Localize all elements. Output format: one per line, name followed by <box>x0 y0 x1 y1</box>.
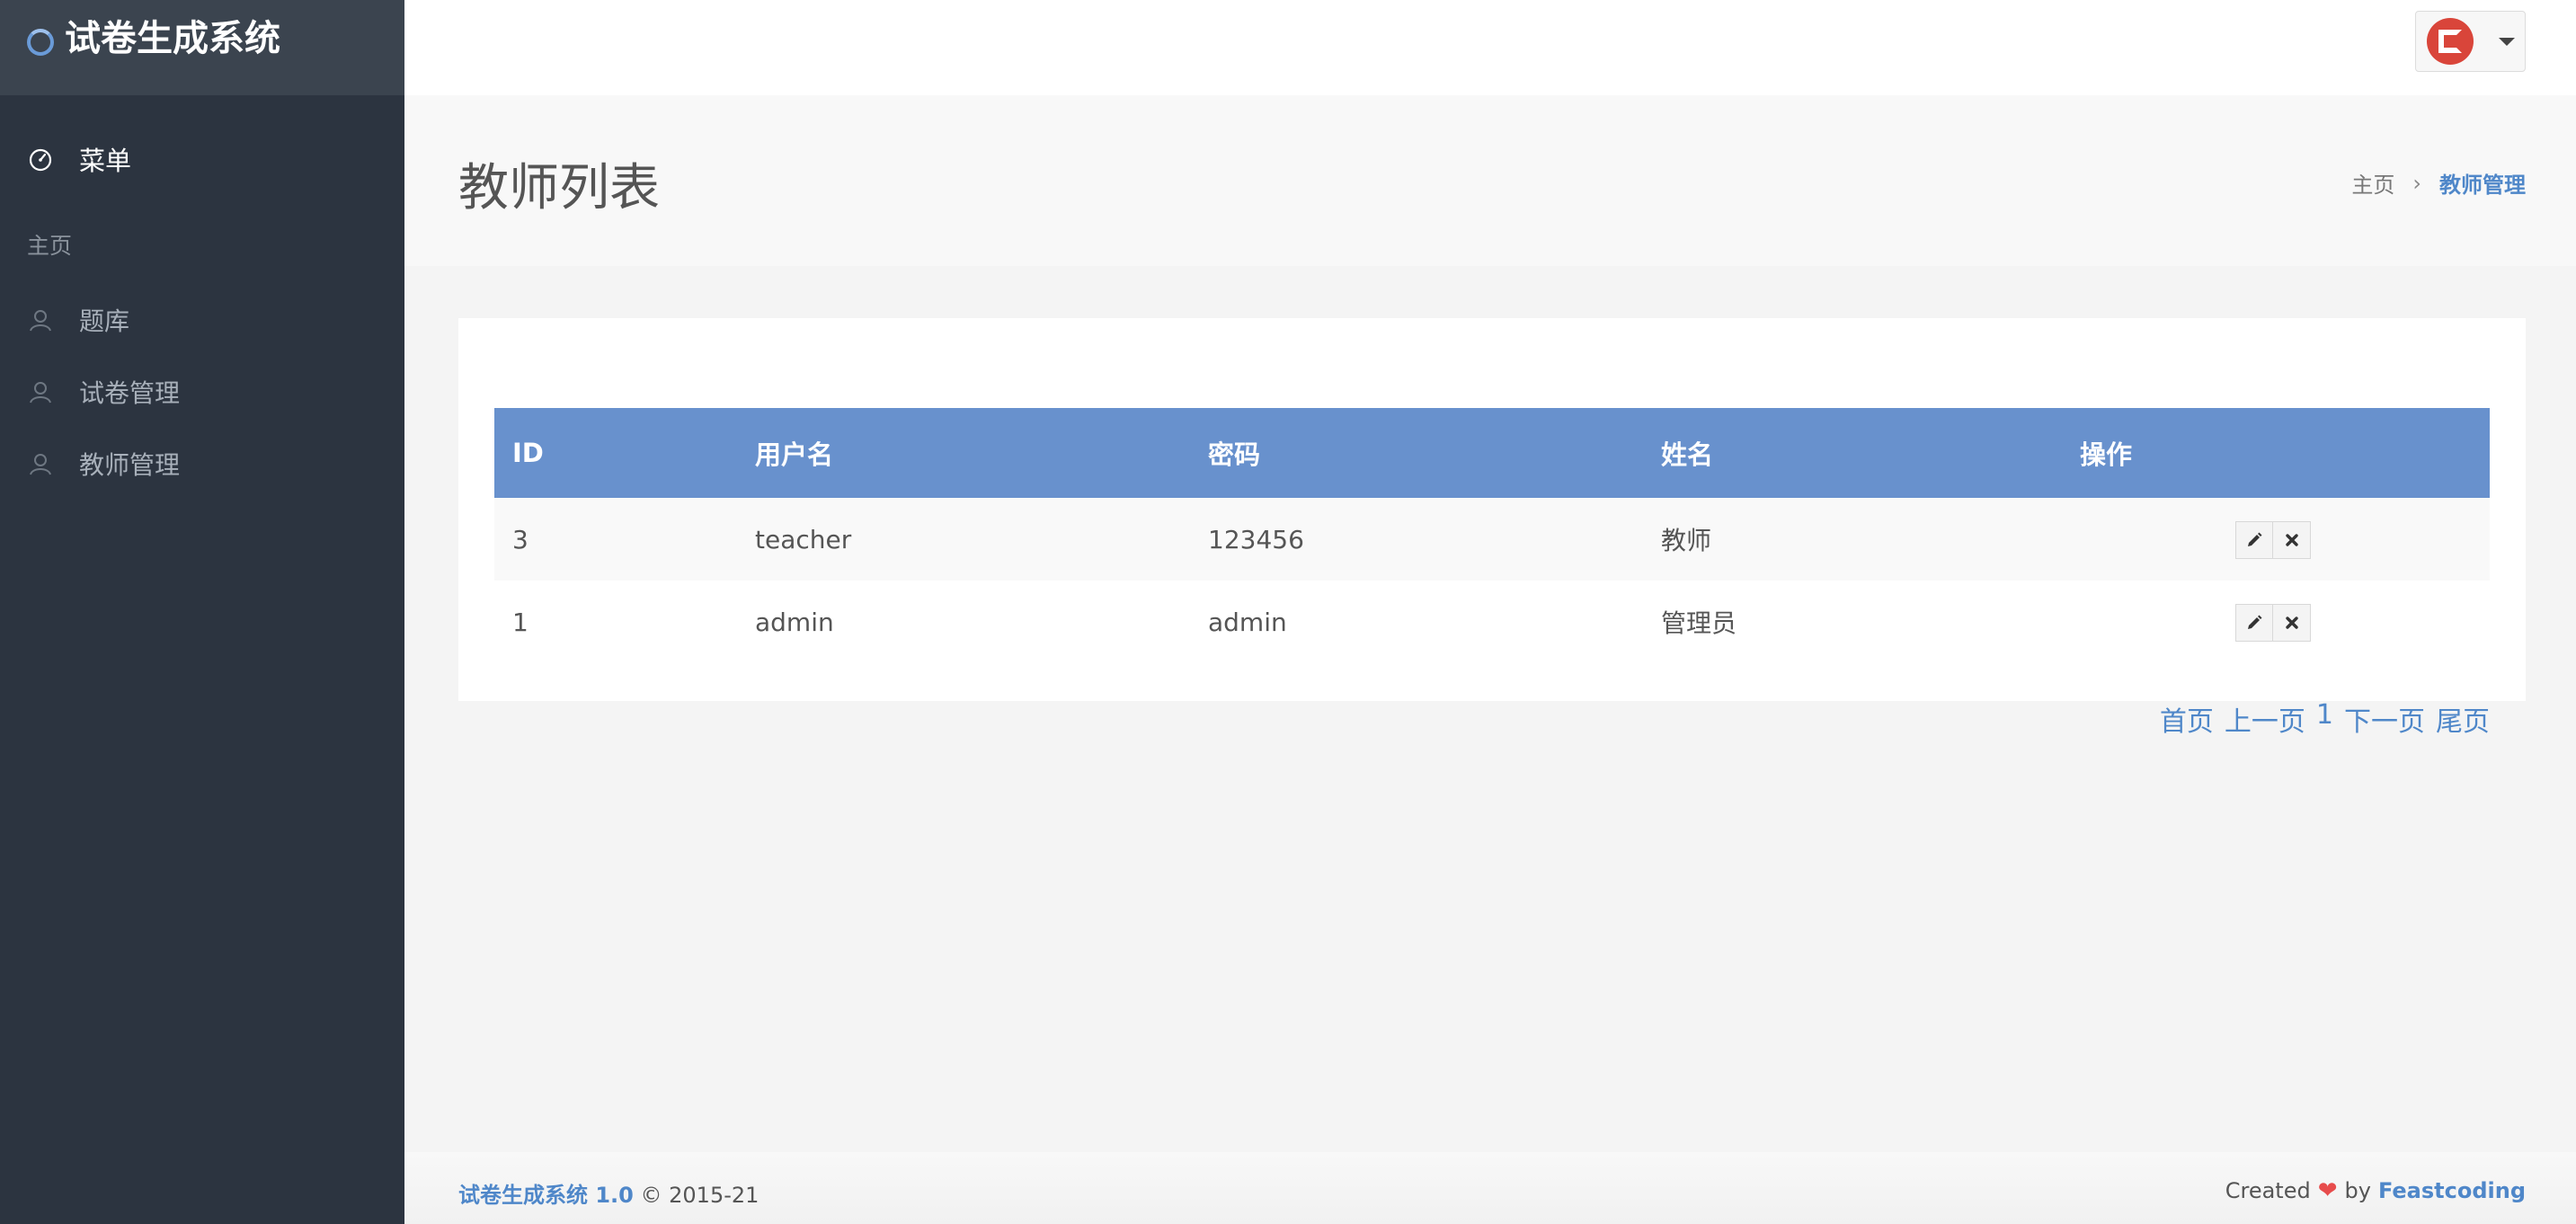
top-navbar <box>404 0 2576 95</box>
cell-name: 教师 <box>1661 526 1712 555</box>
sidebar-item-label: 教师管理 <box>79 450 181 480</box>
dashboard-gauge-icon <box>29 148 52 172</box>
sidebar: 试卷生成系统 菜单 主页 题库 试卷管理 教师管理 <box>0 0 404 1224</box>
sidebar-item-label: 试卷管理 <box>79 378 181 408</box>
cell-actions <box>2062 581 2490 663</box>
column-header-id: ID <box>512 438 544 468</box>
cell-name: 管理员 <box>1661 608 1737 638</box>
user-outline-icon <box>30 454 51 475</box>
row-actions <box>2235 604 2311 642</box>
pagination-last-link[interactable]: 尾页 <box>2436 699 2490 739</box>
edit-button[interactable] <box>2235 521 2273 559</box>
sidebar-item-question-bank[interactable]: 题库 <box>0 284 404 356</box>
chevron-right-icon: › <box>2412 170 2421 196</box>
table-row: 1 admin admin 管理员 <box>494 581 2490 663</box>
cell-id: 1 <box>512 607 529 637</box>
user-menu-button[interactable] <box>2415 11 2526 72</box>
breadcrumb-home-link[interactable]: 主页 <box>2351 167 2394 199</box>
edit-button[interactable] <box>2235 604 2273 642</box>
user-outline-icon <box>30 382 51 404</box>
pencil-icon <box>2248 615 2262 629</box>
page-title: 教师列表 <box>458 159 660 217</box>
menu-label: 菜单 <box>79 146 132 176</box>
footer: 试卷生成系统 1.0 © 2015-21 Created ❤ by Feastc… <box>404 1152 2576 1224</box>
user-outline-icon <box>30 310 51 332</box>
footer-left: 试卷生成系统 1.0 © 2015-21 <box>458 1177 759 1209</box>
cell-username: admin <box>755 607 834 637</box>
footer-right: Created ❤ by Feastcoding <box>2225 1177 2526 1204</box>
delete-button[interactable] <box>2273 521 2311 559</box>
close-icon <box>2285 534 2298 546</box>
table-header-row: ID 用户名 密码 姓名 操作 <box>494 408 2490 498</box>
cell-id: 3 <box>512 524 529 554</box>
teacher-table: ID 用户名 密码 姓名 操作 3 teacher 123456 教师 1 ad… <box>494 408 2490 663</box>
content-card: ID 用户名 密码 姓名 操作 3 teacher 123456 教师 1 ad… <box>458 318 2526 701</box>
sidebar-nav: 题库 试卷管理 教师管理 <box>0 284 404 500</box>
footer-created-text: Created <box>2225 1178 2311 1203</box>
sidebar-item-teacher-management[interactable]: 教师管理 <box>0 428 404 500</box>
column-header-name: 姓名 <box>1661 439 1714 470</box>
cell-password: 123456 <box>1208 524 1304 554</box>
menu-header[interactable]: 菜单 <box>0 137 404 182</box>
footer-author-link[interactable]: Feastcoding <box>2378 1178 2526 1203</box>
column-header-password: 密码 <box>1208 439 1261 470</box>
pagination: 首页 上一页 1 下一页 尾页 <box>2160 699 2490 739</box>
cell-password: admin <box>1208 607 1287 637</box>
footer-app-link[interactable]: 试卷生成系统 1.0 <box>458 1183 634 1208</box>
breadcrumb: 主页 › 教师管理 <box>2351 167 2526 199</box>
column-header-actions: 操作 <box>2080 439 2133 470</box>
pagination-page-link[interactable]: 1 <box>2316 699 2333 739</box>
avatar <box>2427 18 2474 65</box>
delete-button[interactable] <box>2273 604 2311 642</box>
row-actions <box>2235 521 2311 559</box>
sidebar-item-label: 题库 <box>79 306 130 336</box>
pagination-first-link[interactable]: 首页 <box>2160 699 2214 739</box>
cell-actions <box>2062 498 2490 581</box>
close-icon <box>2285 616 2298 629</box>
table-row: 3 teacher 123456 教师 <box>494 498 2490 581</box>
app-title: 试卷生成系统 <box>65 18 280 59</box>
section-label-home: 主页 <box>27 233 73 259</box>
footer-by-text: by <box>2344 1178 2371 1203</box>
column-header-username: 用户名 <box>755 439 834 470</box>
breadcrumb-current: 教师管理 <box>2439 173 2526 198</box>
footer-copyright: © 2015-21 <box>640 1183 759 1208</box>
sidebar-item-exam-management[interactable]: 试卷管理 <box>0 356 404 428</box>
pencil-icon <box>2248 532 2262 546</box>
brand[interactable]: 试卷生成系统 <box>0 0 404 95</box>
caret-down-icon <box>2499 37 2515 46</box>
heart-icon: ❤ <box>2317 1177 2338 1204</box>
cell-username: teacher <box>755 524 852 554</box>
spinner-logo-icon <box>27 29 54 56</box>
page-header: 教师列表 主页 › 教师管理 <box>404 95 2576 266</box>
pagination-prev-link[interactable]: 上一页 <box>2225 699 2305 739</box>
pagination-next-link[interactable]: 下一页 <box>2344 699 2425 739</box>
